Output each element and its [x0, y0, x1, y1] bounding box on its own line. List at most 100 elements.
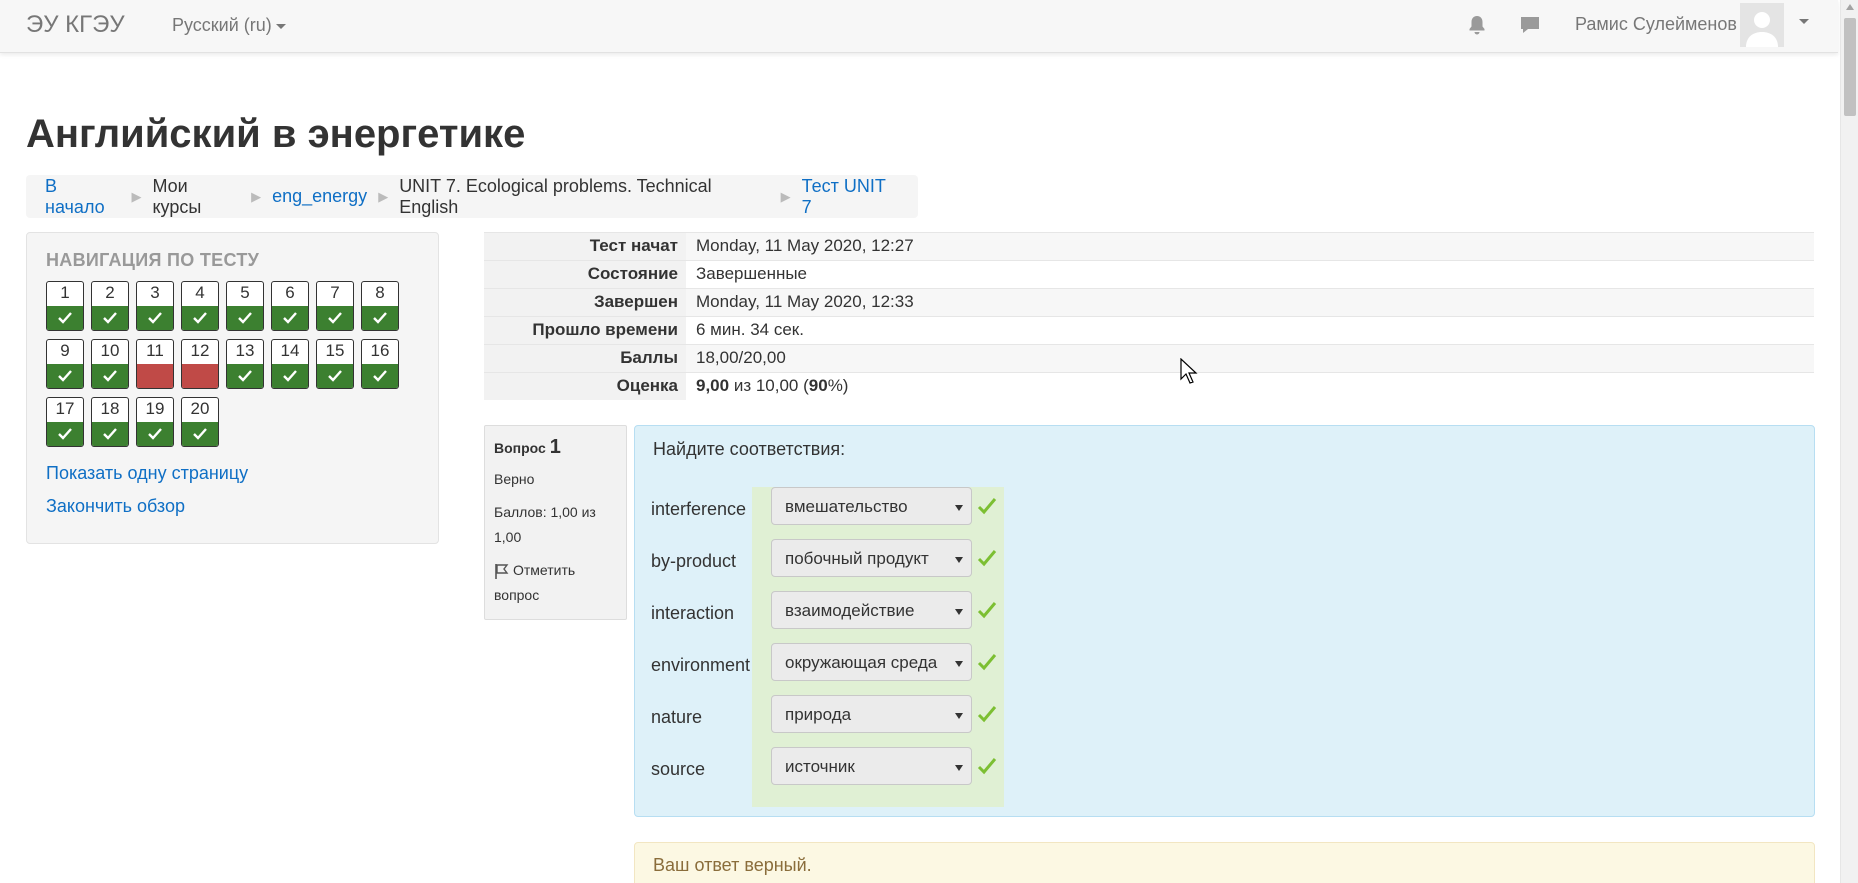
- question-feedback: Ваш ответ верный.: [634, 842, 1815, 883]
- check-icon: [58, 428, 72, 440]
- answer-select-value: природа: [785, 705, 852, 724]
- question-nav-button[interactable]: 18: [91, 397, 129, 447]
- question-nav-button[interactable]: 17: [46, 397, 84, 447]
- correct-check-icon: [977, 654, 997, 671]
- question-nav-number: 4: [195, 283, 205, 302]
- answer-row: interference вмешательство: [651, 487, 1152, 531]
- question-nav-button[interactable]: 14: [271, 339, 309, 389]
- question-nav-button[interactable]: 7: [316, 281, 354, 331]
- answer-select[interactable]: природа: [771, 695, 972, 733]
- question-nav-button[interactable]: 12: [181, 339, 219, 389]
- table-row: Тест начат Monday, 11 May 2020, 12:27: [484, 232, 1814, 260]
- question-nav-button[interactable]: 16: [361, 339, 399, 389]
- answer-term: interaction: [651, 603, 735, 623]
- table-row: Завершен Monday, 11 May 2020, 12:33: [484, 288, 1814, 316]
- question-nav-number: 12: [190, 341, 210, 360]
- question-nav-button[interactable]: 9: [46, 339, 84, 389]
- answer-select[interactable]: окружающая среда: [771, 643, 972, 681]
- finish-review-link[interactable]: Закончить обзор: [46, 496, 185, 517]
- answer-select[interactable]: взаимодействие: [771, 591, 972, 629]
- chevron-down-icon: [275, 23, 286, 29]
- breadcrumb-home-link[interactable]: В начало: [45, 176, 120, 218]
- user-name[interactable]: Рамис Сулейменов: [1575, 14, 1737, 35]
- correct-check-icon: [977, 706, 997, 723]
- question-nav-button[interactable]: 11: [136, 339, 174, 389]
- check-icon: [328, 312, 342, 324]
- question-state-indicator: [362, 306, 398, 330]
- question-nav-number: 10: [100, 341, 120, 360]
- started-value: Monday, 11 May 2020, 12:27: [696, 236, 914, 255]
- question-number: 1: [549, 436, 561, 458]
- check-icon: [238, 370, 252, 382]
- state-value: Завершенные: [696, 264, 808, 283]
- check-icon: [193, 428, 207, 440]
- grade-score: 9,00: [696, 376, 730, 395]
- grade-label: Оценка: [484, 373, 686, 400]
- question-nav-button[interactable]: 10: [91, 339, 129, 389]
- answer-select-value: побочный продукт: [785, 549, 929, 568]
- breadcrumb-course-link[interactable]: eng_energy: [272, 186, 367, 207]
- answer-select[interactable]: побочный продукт: [771, 539, 972, 577]
- question-nav-button[interactable]: 3: [136, 281, 174, 331]
- question-state-indicator: [47, 306, 83, 330]
- correct-check-icon: [977, 550, 997, 567]
- question-nav-number: 7: [330, 283, 340, 302]
- question-nav-button[interactable]: 13: [226, 339, 264, 389]
- quiz-navigation-block: НАВИГАЦИЯ ПО ТЕСТУ 1 2 3 4 5 6 7 8 9 10 11 12 13 14 15…: [26, 232, 439, 544]
- question-nav-number: 1: [60, 283, 70, 302]
- answer-term: by-product: [651, 551, 737, 571]
- check-icon: [283, 312, 297, 324]
- user-menu-chevron-icon[interactable]: [1799, 19, 1809, 24]
- question-nav-button[interactable]: 6: [271, 281, 309, 331]
- question-nav-button[interactable]: 15: [316, 339, 354, 389]
- bell-icon[interactable]: [1466, 14, 1488, 36]
- time-taken-label: Прошло времени: [484, 317, 686, 344]
- messages-icon[interactable]: [1519, 14, 1541, 36]
- question-info: Вопрос 1 Верно Баллов: 1,00 из 1,00 Отме…: [484, 425, 627, 620]
- question-state-indicator: [182, 422, 218, 446]
- answer-select[interactable]: вмешательство: [771, 487, 972, 525]
- check-icon: [103, 428, 117, 440]
- avatar[interactable]: [1740, 3, 1784, 47]
- page-scrollbar[interactable]: [1840, 0, 1858, 883]
- question-nav-number: 14: [280, 341, 300, 360]
- question-nav-button[interactable]: 20: [181, 397, 219, 447]
- scroll-up-arrow-icon[interactable]: [1846, 4, 1854, 10]
- site-brand[interactable]: ЭУ КГЭУ: [26, 11, 125, 39]
- question-state-indicator: [182, 306, 218, 330]
- check-icon: [328, 370, 342, 382]
- user-placeholder-icon: [1746, 12, 1778, 47]
- answer-select[interactable]: источник: [771, 747, 972, 785]
- question-nav-button[interactable]: 2: [91, 281, 129, 331]
- question-nav-button[interactable]: 1: [46, 281, 84, 331]
- answer-row: nature природа: [651, 695, 1152, 739]
- quiz-navigation-title: НАВИГАЦИЯ ПО ТЕСТУ: [46, 250, 260, 270]
- dropdown-arrow-icon: [955, 661, 963, 667]
- question-marks: Баллов: 1,00 из 1,00: [494, 504, 596, 545]
- question-nav-button[interactable]: 5: [226, 281, 264, 331]
- question-nav-button[interactable]: 4: [181, 281, 219, 331]
- dropdown-arrow-icon: [955, 557, 963, 563]
- answer-term: source: [651, 759, 706, 779]
- check-icon: [103, 312, 117, 324]
- language-menu[interactable]: Русский (ru): [172, 15, 286, 36]
- question-nav-number: 2: [105, 283, 115, 302]
- answer-row: environment окружающая среда: [651, 643, 1152, 687]
- question-state-indicator: [317, 306, 353, 330]
- check-icon: [193, 312, 207, 324]
- question-state-indicator: [227, 306, 263, 330]
- answer-select-value: взаимодействие: [785, 601, 915, 620]
- breadcrumb-quiz-link[interactable]: Тест UNIT 7: [802, 176, 899, 218]
- question-nav-button[interactable]: 8: [361, 281, 399, 331]
- check-icon: [58, 370, 72, 382]
- show-one-page-link[interactable]: Показать одну страницу: [46, 463, 248, 484]
- scrollbar-thumb[interactable]: [1844, 18, 1856, 116]
- answer-select-value: окружающая среда: [785, 653, 938, 672]
- answer-term: nature: [651, 707, 703, 727]
- feedback-text: Ваш ответ верный.: [653, 855, 812, 875]
- question-label: Вопрос: [494, 440, 546, 456]
- check-icon: [238, 312, 252, 324]
- question-nav-number: 8: [375, 283, 385, 302]
- flag-question-link[interactable]: Отметить вопрос: [494, 558, 617, 608]
- question-nav-button[interactable]: 19: [136, 397, 174, 447]
